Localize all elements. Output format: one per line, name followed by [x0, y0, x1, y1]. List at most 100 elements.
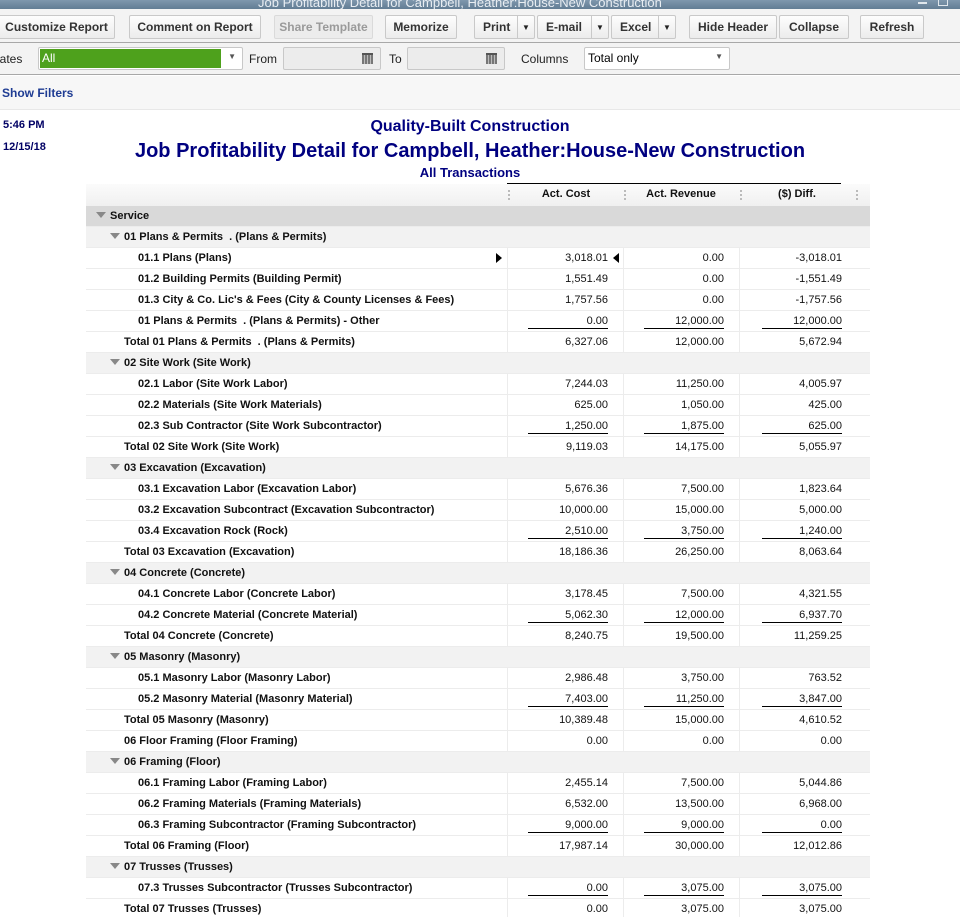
- diff-cell[interactable]: 3,075.00: [762, 882, 842, 896]
- table-row[interactable]: 02.3 Sub Contractor (Site Work Subcontra…: [86, 416, 870, 437]
- act-cost-cell[interactable]: 0.00: [528, 903, 608, 915]
- collapse-triangle-icon[interactable]: [110, 464, 120, 470]
- diff-cell[interactable]: 4,610.52: [762, 714, 842, 726]
- calendar-icon[interactable]: [486, 53, 497, 64]
- table-row[interactable]: 03.1 Excavation Labor (Excavation Labor)…: [86, 479, 870, 500]
- act-revenue-cell[interactable]: 0.00: [644, 294, 724, 306]
- act-revenue-cell[interactable]: 11,250.00: [644, 693, 724, 707]
- act-cost-cell[interactable]: 6,327.06: [528, 336, 608, 348]
- excel-dropdown-icon[interactable]: ▼: [658, 16, 675, 38]
- table-row[interactable]: 04.1 Concrete Labor (Concrete Labor) 3,17…: [86, 584, 870, 605]
- collapse-triangle-icon[interactable]: [110, 569, 120, 575]
- act-cost-cell[interactable]: 3,178.45: [528, 588, 608, 600]
- act-revenue-cell[interactable]: 11,250.00: [644, 378, 724, 390]
- table-row[interactable]: 06.1 Framing Labor (Framing Labor) 2,455.…: [86, 773, 870, 794]
- minimize-icon[interactable]: [918, 2, 927, 4]
- group-row[interactable]: 04 Concrete (Concrete): [86, 563, 870, 584]
- total-row[interactable]: Total 07 Trusses (Trusses) 0.00 3,075.00 3,…: [86, 899, 870, 917]
- table-row[interactable]: 05.2 Masonry Material (Masonry Material)…: [86, 689, 870, 710]
- diff-cell[interactable]: 12,012.86: [762, 840, 842, 852]
- act-cost-cell[interactable]: 2,510.00: [528, 525, 608, 539]
- table-row[interactable]: 01.1 Plans (Plans) 3,018.01 0.00 -3,018.01: [86, 248, 870, 269]
- refresh-button[interactable]: Refresh: [860, 15, 924, 39]
- act-cost-cell[interactable]: 7,403.00: [528, 693, 608, 707]
- collapse-triangle-icon[interactable]: [110, 863, 120, 869]
- table-row[interactable]: 01 Plans & Permits . (Plans & Permits) -…: [86, 311, 870, 332]
- email-button[interactable]: E-mail ▼: [537, 15, 609, 39]
- table-row[interactable]: 06.2 Framing Materials (Framing Material…: [86, 794, 870, 815]
- act-cost-cell[interactable]: 10,000.00: [528, 504, 608, 516]
- total-row[interactable]: 06 Floor Framing (Floor Framing) 0.00 0.00…: [86, 731, 870, 752]
- act-revenue-cell[interactable]: 13,500.00: [644, 798, 724, 810]
- customize-report-button[interactable]: Customize Report: [0, 15, 115, 39]
- act-cost-cell[interactable]: 8,240.75: [528, 630, 608, 642]
- collapse-triangle-icon[interactable]: [110, 233, 120, 239]
- act-cost-cell[interactable]: 0.00: [528, 882, 608, 896]
- act-cost-cell[interactable]: 9,000.00: [528, 819, 608, 833]
- diff-cell[interactable]: -3,018.01: [762, 252, 842, 264]
- act-revenue-cell[interactable]: 19,500.00: [644, 630, 724, 642]
- diff-cell[interactable]: 3,075.00: [762, 903, 842, 915]
- collapse-triangle-icon[interactable]: [96, 212, 106, 218]
- group-row[interactable]: 02 Site Work (Site Work): [86, 353, 870, 374]
- collapse-triangle-icon[interactable]: [110, 359, 120, 365]
- table-row[interactable]: 05.1 Masonry Labor (Masonry Labor) 2,986.…: [86, 668, 870, 689]
- act-revenue-cell[interactable]: 3,750.00: [644, 525, 724, 539]
- column-resize-handle[interactable]: [508, 190, 510, 202]
- act-revenue-cell[interactable]: 12,000.00: [644, 609, 724, 623]
- column-resize-handle[interactable]: [740, 190, 742, 202]
- diff-cell[interactable]: 0.00: [762, 735, 842, 747]
- diff-cell[interactable]: 12,000.00: [762, 315, 842, 329]
- memorize-button[interactable]: Memorize: [385, 15, 457, 39]
- table-row[interactable]: 01.2 Building Permits (Building Permit) 1…: [86, 269, 870, 290]
- act-cost-cell[interactable]: 7,244.03: [528, 378, 608, 390]
- total-row[interactable]: Total 01 Plans & Permits . (Plans & Perm…: [86, 332, 870, 353]
- table-row[interactable]: 02.1 Labor (Site Work Labor) 7,244.03 11,2…: [86, 374, 870, 395]
- collapse-triangle-icon[interactable]: [110, 758, 120, 764]
- column-header-act-revenue[interactable]: Act. Revenue: [632, 188, 730, 200]
- act-revenue-cell[interactable]: 15,000.00: [644, 714, 724, 726]
- diff-cell[interactable]: 1,240.00: [762, 525, 842, 539]
- diff-cell[interactable]: -1,757.56: [762, 294, 842, 306]
- table-row[interactable]: 03.4 Excavation Rock (Rock) 2,510.00 3,750…: [86, 521, 870, 542]
- act-cost-cell[interactable]: 18,186.36: [528, 546, 608, 558]
- collapse-triangle-icon[interactable]: [110, 653, 120, 659]
- column-header-diff[interactable]: ($) Diff.: [750, 188, 844, 200]
- section-row[interactable]: Service: [86, 206, 870, 227]
- column-resize-handle[interactable]: [856, 190, 858, 202]
- act-cost-cell[interactable]: 17,987.14: [528, 840, 608, 852]
- act-cost-cell[interactable]: 1,551.49: [528, 273, 608, 285]
- act-revenue-cell[interactable]: 14,175.00: [644, 441, 724, 453]
- diff-cell[interactable]: 763.52: [762, 672, 842, 684]
- diff-cell[interactable]: 5,044.86: [762, 777, 842, 789]
- act-cost-cell[interactable]: 5,062.30: [528, 609, 608, 623]
- show-filters-link[interactable]: Show Filters: [2, 86, 73, 100]
- act-revenue-cell[interactable]: 3,075.00: [644, 882, 724, 896]
- column-header-act-cost[interactable]: Act. Cost: [518, 188, 614, 200]
- act-cost-cell[interactable]: 625.00: [528, 399, 608, 411]
- act-revenue-cell[interactable]: 12,000.00: [644, 315, 724, 329]
- act-revenue-cell[interactable]: 30,000.00: [644, 840, 724, 852]
- diff-cell[interactable]: 4,321.55: [762, 588, 842, 600]
- act-revenue-cell[interactable]: 3,075.00: [644, 903, 724, 915]
- act-revenue-cell[interactable]: 1,875.00: [644, 420, 724, 434]
- diff-cell[interactable]: 4,005.97: [762, 378, 842, 390]
- act-revenue-cell[interactable]: 26,250.00: [644, 546, 724, 558]
- act-revenue-cell[interactable]: 1,050.00: [644, 399, 724, 411]
- table-row[interactable]: 07.3 Trusses Subcontractor (Trusses Subc…: [86, 878, 870, 899]
- total-row[interactable]: Total 02 Site Work (Site Work) 9,119.03 14…: [86, 437, 870, 458]
- act-revenue-cell[interactable]: 9,000.00: [644, 819, 724, 833]
- table-row[interactable]: 06.3 Framing Subcontractor (Framing Subc…: [86, 815, 870, 836]
- diff-cell[interactable]: 5,672.94: [762, 336, 842, 348]
- act-revenue-cell[interactable]: 7,500.00: [644, 588, 724, 600]
- group-row[interactable]: 07 Trusses (Trusses): [86, 857, 870, 878]
- table-row[interactable]: 03.2 Excavation Subcontract (Excavation …: [86, 500, 870, 521]
- table-row[interactable]: 01.3 City & Co. Lic's & Fees (City & Cou…: [86, 290, 870, 311]
- print-dropdown-icon[interactable]: ▼: [517, 16, 534, 38]
- total-row[interactable]: Total 06 Framing (Floor) 17,987.14 30,000.…: [86, 836, 870, 857]
- act-cost-cell[interactable]: 0.00: [528, 315, 608, 329]
- hide-header-button[interactable]: Hide Header: [689, 15, 777, 39]
- diff-cell[interactable]: 5,000.00: [762, 504, 842, 516]
- act-revenue-cell[interactable]: 3,750.00: [644, 672, 724, 684]
- act-revenue-cell[interactable]: 0.00: [644, 252, 724, 264]
